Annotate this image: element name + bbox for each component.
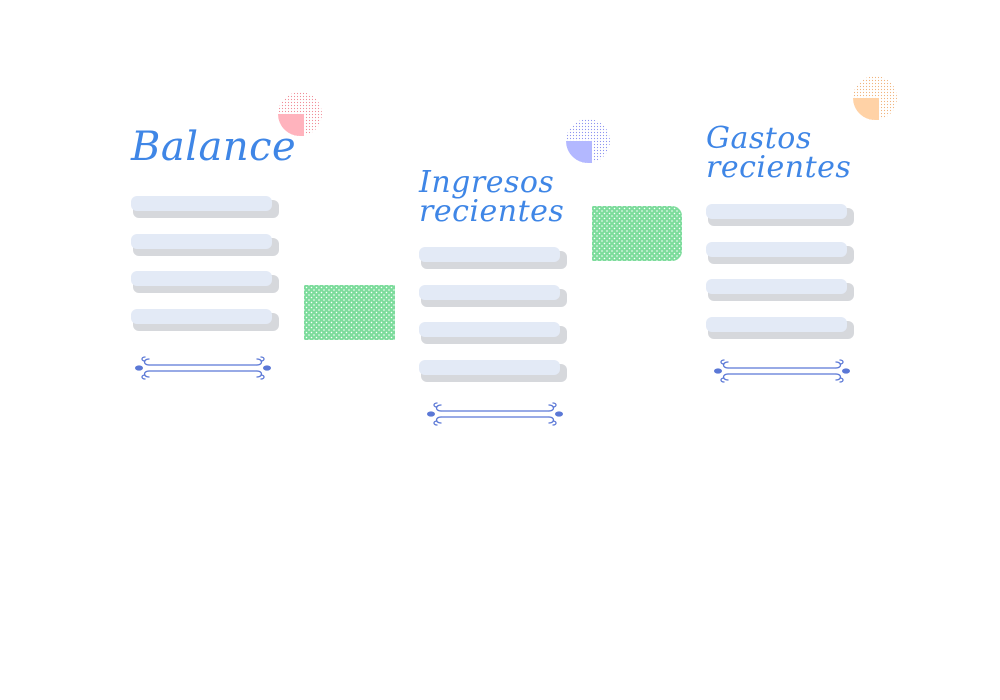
list-item[interactable] <box>131 196 279 218</box>
orange-dotted-blob-icon <box>853 76 897 120</box>
panel-title: Gastos recientes <box>706 121 852 186</box>
list-item[interactable] <box>419 247 567 269</box>
list-item[interactable] <box>131 271 279 293</box>
panel-title: Ingresos recientes <box>419 165 565 230</box>
list-item[interactable] <box>419 360 567 382</box>
list-item[interactable] <box>706 242 854 264</box>
list-item[interactable] <box>706 317 854 339</box>
list-item[interactable] <box>131 234 279 256</box>
ornamental-divider-icon <box>427 402 563 426</box>
list-item[interactable] <box>419 285 567 307</box>
panel-title: Balance <box>131 124 297 170</box>
ornamental-divider-icon <box>714 359 850 383</box>
list-item[interactable] <box>419 322 567 344</box>
list-item[interactable] <box>706 204 854 226</box>
green-card-right[interactable] <box>592 206 682 261</box>
green-card-left[interactable] <box>304 285 395 340</box>
blue-dotted-blob-icon <box>566 119 610 163</box>
ornamental-divider-icon <box>135 356 271 380</box>
list-item[interactable] <box>131 309 279 331</box>
list-item[interactable] <box>706 279 854 301</box>
